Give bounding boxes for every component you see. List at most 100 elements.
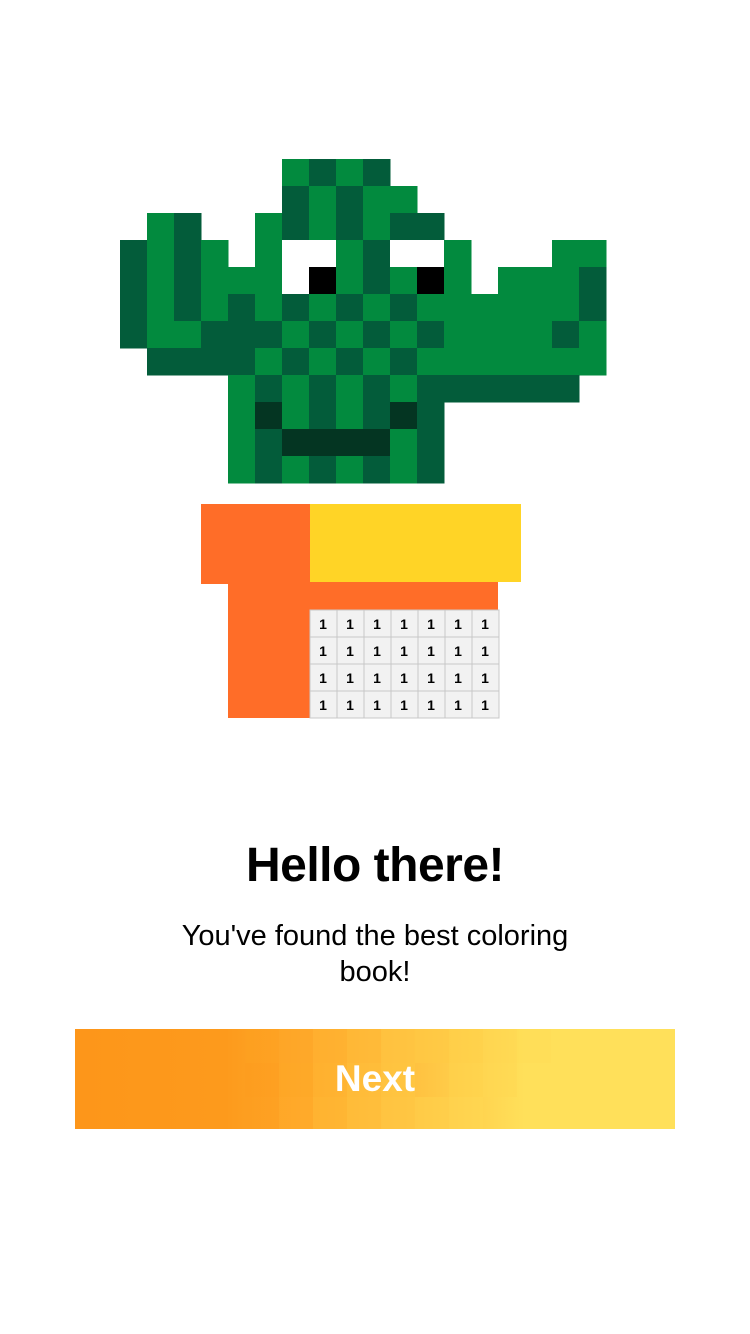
cactus-pixel	[525, 321, 553, 349]
mouth-pixel	[282, 429, 310, 457]
cactus-pixel	[201, 294, 229, 322]
cactus-pixel	[228, 348, 256, 376]
cactus-pixel	[552, 240, 580, 268]
cactus-pixel	[390, 321, 418, 349]
cell-number: 1	[346, 616, 354, 632]
cactus-pixel	[336, 321, 364, 349]
cactus-pixel	[390, 186, 418, 214]
cell-number: 1	[346, 670, 354, 686]
cell-number: 1	[373, 616, 381, 632]
cactus-pixel	[390, 429, 418, 457]
cell-number: 1	[400, 670, 408, 686]
cell-number: 1	[427, 616, 435, 632]
cactus-pixel	[174, 321, 202, 349]
cactus-pixel	[336, 240, 364, 268]
cactus-pixel	[363, 402, 391, 430]
cactus-pixel	[336, 456, 364, 484]
cell-number: 1	[319, 670, 327, 686]
cactus-pixel	[471, 375, 499, 403]
eye-white	[309, 240, 337, 268]
cactus-pixel	[147, 240, 175, 268]
cell-number: 1	[454, 643, 462, 659]
cactus-pixel	[309, 321, 337, 349]
cell-number: 1	[400, 697, 408, 713]
cactus-pixel	[579, 321, 607, 349]
cactus-pixel	[552, 267, 580, 295]
cactus-pixel	[390, 375, 418, 403]
cell-number: 1	[373, 670, 381, 686]
cactus-pixel	[201, 321, 229, 349]
cell-number: 1	[319, 616, 327, 632]
cactus-pixel	[174, 267, 202, 295]
cactus-pixel	[336, 213, 364, 241]
cell-number: 1	[454, 670, 462, 686]
cactus-pixel	[444, 321, 472, 349]
pot-band	[228, 582, 498, 610]
cactus-pixel	[255, 267, 283, 295]
cactus-pixel	[282, 321, 310, 349]
cactus-pixel	[309, 159, 337, 187]
cactus-pixel	[390, 213, 418, 241]
cactus-pixel	[525, 294, 553, 322]
cactus-pixel	[282, 375, 310, 403]
pot-body-left	[228, 610, 310, 718]
cactus-pixel	[390, 456, 418, 484]
cactus-pixel	[579, 267, 607, 295]
cactus-pixel	[282, 294, 310, 322]
welcome-title: Hello there!	[245, 839, 505, 892]
cactus-pixel	[390, 348, 418, 376]
cell-number: 1	[481, 616, 489, 632]
cactus-pixel	[120, 267, 148, 295]
cactus-pixel	[498, 348, 526, 376]
cactus-pixel	[363, 375, 391, 403]
next-button[interactable]: Next	[75, 1029, 675, 1129]
cactus-pixel	[255, 375, 283, 403]
cactus-pixel	[147, 213, 175, 241]
cactus-pixel	[417, 456, 445, 484]
cactus-pixel	[579, 348, 607, 376]
cactus-pixel	[201, 240, 229, 268]
cactus-pixel	[147, 267, 175, 295]
cactus-pixel	[336, 294, 364, 322]
cell-number: 1	[454, 616, 462, 632]
cactus-pixel	[363, 213, 391, 241]
eye-pupil	[309, 267, 337, 295]
cactus-pixel	[498, 321, 526, 349]
cactus-pixel	[417, 294, 445, 322]
cactus-pixel	[471, 348, 499, 376]
cactus-pixel	[552, 321, 580, 349]
cactus-pixel	[336, 402, 364, 430]
cactus-pixel	[444, 240, 472, 268]
cell-number: 1	[373, 697, 381, 713]
eye-pupil	[417, 267, 445, 295]
cactus-pixel	[309, 375, 337, 403]
cactus-pixel	[417, 402, 445, 430]
eye-white	[390, 240, 418, 268]
cactus-pixel	[228, 321, 256, 349]
mouth-pixel	[390, 402, 418, 430]
cell-number: 1	[400, 616, 408, 632]
cell-number: 1	[481, 697, 489, 713]
cactus-pixel	[417, 375, 445, 403]
cell-number: 1	[454, 697, 462, 713]
eye-white	[282, 240, 310, 268]
welcome-subtitle: You've found the best coloring book!	[181, 920, 569, 988]
cactus-pixel	[174, 348, 202, 376]
cell-number: 1	[373, 643, 381, 659]
cactus-pixel	[363, 294, 391, 322]
cactus-pixel	[282, 348, 310, 376]
cactus-pixel	[228, 429, 256, 457]
cactus-pixel	[309, 456, 337, 484]
cactus-pixel	[363, 240, 391, 268]
cactus-pixel	[336, 267, 364, 295]
pot-rim-left	[201, 504, 310, 584]
cactus-pixel	[309, 213, 337, 241]
cactus-pixel	[498, 375, 526, 403]
cactus-pixel	[363, 159, 391, 187]
next-button-label: Next	[334, 1058, 416, 1099]
cactus-pixel	[174, 213, 202, 241]
cactus-pixel	[255, 456, 283, 484]
cactus-pixel	[255, 348, 283, 376]
cactus-pixel	[228, 456, 256, 484]
cactus-pixel	[309, 294, 337, 322]
